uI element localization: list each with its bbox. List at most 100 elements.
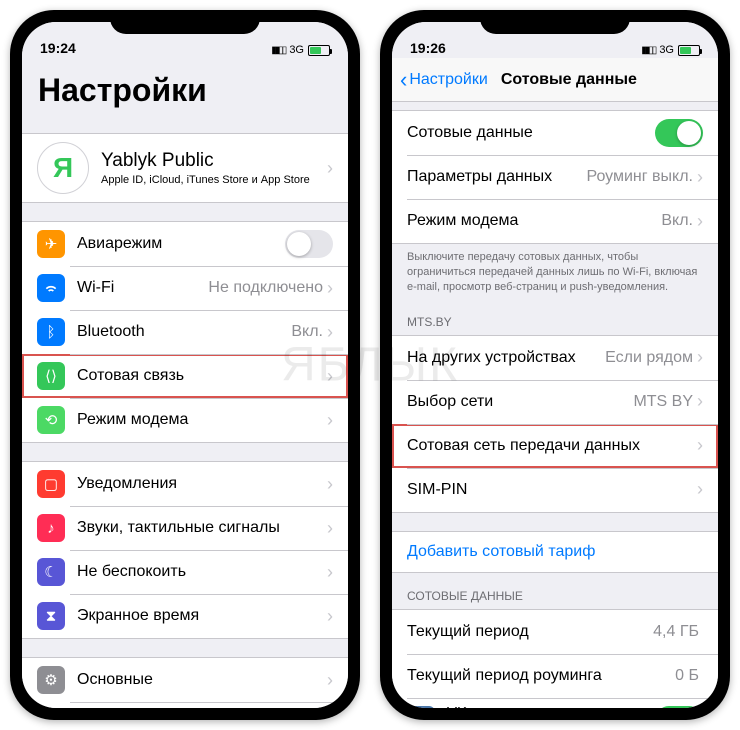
apn-row[interactable]: Сотовая сеть передачи данных ›	[392, 424, 718, 468]
profile-avatar: Я	[37, 142, 89, 194]
profile-text: Yablyk Public Apple ID, iCloud, iTunes S…	[101, 150, 327, 186]
airplane-icon: ✈	[37, 230, 65, 258]
settings-scroll[interactable]: Настройки Я Yablyk Public Apple ID, iClo…	[22, 58, 348, 708]
carrier-header: MTS.BY	[392, 299, 718, 335]
gear-icon: ⚙	[37, 666, 65, 694]
phone-left: 19:24 3G Настройки Я Yablyk Public Apple…	[10, 10, 360, 720]
connectivity-section: ✈ Авиарежим Wi-Fi Не подключено › ᛒ Blue…	[22, 221, 348, 443]
chevron-icon: ›	[697, 435, 703, 456]
other-devices-value: Если рядом	[605, 349, 693, 367]
notifications-icon: ▢	[37, 470, 65, 498]
wifi-icon	[37, 274, 65, 302]
sounds-row[interactable]: ♪ Звуки, тактильные сигналы ›	[22, 506, 348, 550]
profile-section: Я Yablyk Public Apple ID, iCloud, iTunes…	[22, 133, 348, 203]
status-right: 3G	[641, 44, 700, 56]
airplane-row[interactable]: ✈ Авиарежим	[22, 222, 348, 266]
vk-switch[interactable]	[655, 706, 703, 708]
signal-icon	[641, 44, 655, 56]
status-time: 19:24	[40, 40, 76, 56]
hotspot-row[interactable]: Режим модема Вкл. ›	[392, 199, 718, 243]
bluetooth-row[interactable]: ᛒ Bluetooth Вкл. ›	[22, 310, 348, 354]
vk-icon: VK	[407, 706, 435, 708]
vk-label: VK	[447, 704, 655, 708]
chevron-icon: ›	[697, 167, 703, 188]
profile-sub: Apple ID, iCloud, iTunes Store и App Sto…	[101, 174, 327, 186]
roaming-period-row[interactable]: Текущий период роуминга 0 Б	[392, 654, 718, 698]
chevron-icon: ›	[327, 562, 333, 583]
cellular-row[interactable]: ⟨⟩ Сотовая связь ›	[22, 354, 348, 398]
screen-right: 19:26 3G ‹ Настройки Сотовые данные Сото…	[392, 22, 718, 708]
add-plan-button[interactable]: Добавить сотовый тариф	[392, 532, 718, 572]
cellular-data-switch[interactable]	[655, 119, 703, 147]
hotspot-row[interactable]: ⟲ Режим модема ›	[22, 398, 348, 442]
data-options-label: Параметры данных	[407, 168, 586, 186]
bluetooth-icon: ᛒ	[37, 318, 65, 346]
signal-icon	[271, 44, 285, 56]
general-row[interactable]: ⚙ Основные ›	[22, 658, 348, 702]
airplane-switch[interactable]	[285, 230, 333, 258]
wifi-value: Не подключено	[208, 279, 323, 297]
hotspot-icon: ⟲	[37, 406, 65, 434]
chevron-icon: ›	[327, 322, 333, 343]
chevron-icon: ›	[327, 410, 333, 431]
cellular-data-row[interactable]: Сотовые данные	[392, 111, 718, 155]
chevron-icon: ›	[327, 670, 333, 691]
carrier-label: Выбор сети	[407, 393, 633, 411]
screentime-label: Экранное время	[77, 607, 327, 625]
app-vk-row[interactable]: VK VK 2,1 ГБ	[392, 698, 718, 708]
current-period-row[interactable]: Текущий период 4,4 ГБ	[392, 610, 718, 654]
screentime-row[interactable]: ⧗ Экранное время ›	[22, 594, 348, 638]
chevron-icon: ›	[327, 158, 333, 179]
hotspot-value: Вкл.	[661, 212, 693, 230]
chevron-icon: ›	[697, 391, 703, 412]
chevron-icon: ›	[327, 474, 333, 495]
chevron-icon: ›	[697, 347, 703, 368]
cellular-footer: Выключите передачу сотовых данных, чтобы…	[392, 244, 718, 299]
alerts-section: ▢ Уведомления › ♪ Звуки, тактильные сигн…	[22, 461, 348, 639]
chevron-icon: ›	[327, 366, 333, 387]
airplane-label: Авиарежим	[77, 235, 285, 253]
data-options-row[interactable]: Параметры данных Роуминг выкл. ›	[392, 155, 718, 199]
battery-icon	[678, 45, 700, 56]
hotspot-label: Режим модема	[77, 411, 327, 429]
screentime-icon: ⧗	[37, 602, 65, 630]
bluetooth-value: Вкл.	[291, 323, 323, 341]
chevron-icon: ›	[327, 606, 333, 627]
hotspot-label: Режим модема	[407, 212, 661, 230]
page-title: Настройки	[22, 58, 348, 115]
current-period-value: 4,4 ГБ	[653, 623, 699, 641]
carrier-row[interactable]: Выбор сети MTS BY ›	[392, 380, 718, 424]
notch	[480, 10, 630, 34]
status-right: 3G	[271, 44, 330, 56]
screen-left: 19:24 3G Настройки Я Yablyk Public Apple…	[22, 22, 348, 708]
cellular-label: Сотовая связь	[77, 367, 327, 385]
vk-labels: VK 2,1 ГБ	[447, 704, 655, 708]
notch	[110, 10, 260, 34]
cellular-data-section: Сотовые данные Параметры данных Роуминг …	[392, 110, 718, 244]
sim-pin-label: SIM-PIN	[407, 481, 697, 499]
status-time: 19:26	[410, 40, 446, 56]
cellular-icon: ⟨⟩	[37, 362, 65, 390]
carrier-value: MTS BY	[633, 393, 693, 411]
dnd-row[interactable]: ☾ Не беспокоить ›	[22, 550, 348, 594]
chevron-icon: ›	[697, 211, 703, 232]
roaming-period-value: 0 Б	[675, 667, 699, 685]
wifi-row[interactable]: Wi-Fi Не подключено ›	[22, 266, 348, 310]
chevron-left-icon: ‹	[400, 69, 407, 91]
other-devices-row[interactable]: На других устройствах Если рядом ›	[392, 336, 718, 380]
dnd-label: Не беспокоить	[77, 563, 327, 581]
sim-pin-row[interactable]: SIM-PIN ›	[392, 468, 718, 512]
sounds-label: Звуки, тактильные сигналы	[77, 519, 327, 537]
other-devices-label: На других устройствах	[407, 349, 605, 367]
chevron-icon: ›	[327, 278, 333, 299]
apple-id-row[interactable]: Я Yablyk Public Apple ID, iCloud, iTunes…	[22, 134, 348, 202]
notifications-row[interactable]: ▢ Уведомления ›	[22, 462, 348, 506]
cellular-data-label: Сотовые данные	[407, 124, 655, 142]
cellular-scroll[interactable]: Сотовые данные Параметры данных Роуминг …	[392, 102, 718, 708]
general-label: Основные	[77, 671, 327, 689]
notifications-label: Уведомления	[77, 475, 327, 493]
sounds-icon: ♪	[37, 514, 65, 542]
current-period-label: Текущий период	[407, 623, 653, 641]
control-center-row[interactable]: ⊞ Пункт управления ›	[22, 702, 348, 708]
usage-header: СОТОВЫЕ ДАННЫЕ	[392, 573, 718, 609]
